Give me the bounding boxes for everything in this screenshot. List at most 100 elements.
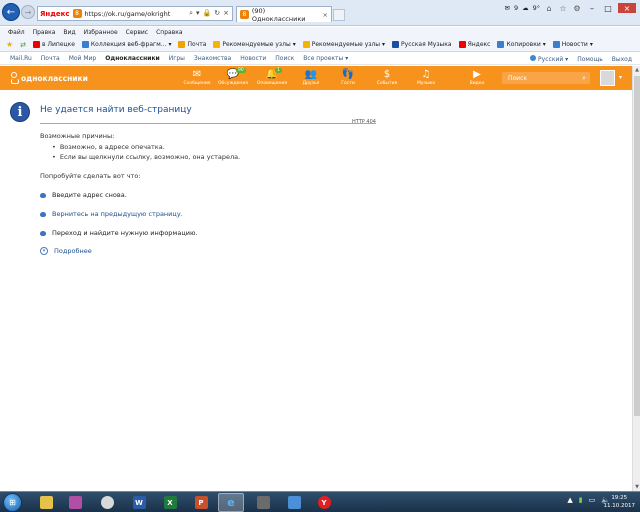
header-friends[interactable]: 👥 Друзья (294, 69, 328, 86)
fav-webslices[interactable]: Коллекция веб-фрагм... ▾ (81, 41, 171, 48)
search-input[interactable]: Поиск ⌕ (502, 72, 590, 84)
menu-edit[interactable]: Правка (33, 29, 56, 36)
new-tab-button[interactable] (333, 9, 345, 21)
taskbar-yandex-browser[interactable]: Y (311, 493, 337, 512)
movie-maker-icon (256, 496, 270, 509)
taskbar-explorer[interactable] (33, 493, 59, 512)
menu-tools[interactable]: Сервис (126, 29, 148, 36)
back-button[interactable]: ← (2, 3, 20, 21)
search-icon[interactable]: ⌕ (189, 9, 193, 18)
menu-help[interactable]: Справка (156, 29, 182, 36)
maximize-button[interactable]: □ (602, 3, 614, 13)
nav-search[interactable]: Поиск (275, 55, 294, 62)
scroll-up-icon[interactable]: ▲ (633, 66, 640, 74)
language-select[interactable]: Русский ▾ (530, 55, 568, 63)
header-discussions[interactable]: 💬 90 Обсуждения (216, 68, 250, 86)
ya-fav-icon (458, 41, 466, 48)
forward-button[interactable]: → (21, 5, 35, 19)
battery-icon[interactable]: ▭ (589, 496, 596, 504)
search-icon[interactable]: ⌕ (582, 74, 586, 83)
window-close-button[interactable]: × (618, 3, 636, 13)
more-info-toggle[interactable]: ▾ Подробнее (40, 247, 92, 255)
nav-myworld[interactable]: Мой Мир (69, 55, 97, 62)
taskbar-paint[interactable] (62, 493, 88, 512)
taskbar-app[interactable] (281, 493, 307, 512)
minimize-button[interactable]: – (586, 3, 598, 13)
network-icon[interactable]: ▮ (579, 496, 583, 504)
nav-mailru[interactable]: Mail.Ru (10, 55, 32, 62)
fav-news[interactable]: Новости ▾ (552, 41, 593, 48)
header-music[interactable]: ♫ Музыка (409, 69, 443, 86)
fav-russian-music[interactable]: Русская Музыка (392, 41, 452, 48)
footprints-icon: 👣 (341, 69, 355, 80)
star-icon[interactable]: ☆ (558, 3, 568, 13)
chevron-down-icon[interactable]: ▾ (619, 74, 622, 81)
scroll-down-icon[interactable]: ▼ (633, 483, 640, 491)
lock-icon[interactable]: 🔒 (203, 9, 212, 18)
reasons-heading: Возможные причины: (40, 132, 115, 140)
vertical-scrollbar[interactable]: ▲ ▼ (632, 66, 640, 491)
taskbar-media-player[interactable] (94, 493, 120, 512)
action-navigate: Переход и найдите нужную информацию. (40, 229, 198, 237)
taskbar-excel[interactable]: X (157, 493, 183, 512)
discussions-badge: 90 (236, 68, 246, 73)
fav-mail[interactable]: Почта (178, 41, 206, 48)
avatar[interactable] (600, 70, 615, 86)
arrow-left-icon: ← (6, 6, 16, 18)
music-note-icon: ♫ (421, 69, 431, 80)
menu-favorites[interactable]: Избранное (84, 29, 118, 36)
nav-dating[interactable]: Знакомства (194, 55, 231, 62)
notifications-badge: 1 (275, 68, 282, 73)
gear-icon[interactable]: ⚙ (572, 3, 582, 13)
help-link[interactable]: Помощь (577, 56, 603, 63)
stop-icon[interactable]: × (223, 9, 229, 18)
fav-suggested-2[interactable]: Рекомендуемые узлы ▾ (302, 41, 385, 48)
fav-copies[interactable]: Копировки ▾ (497, 41, 546, 48)
header-messages[interactable]: ✉ Сообщения (180, 69, 214, 86)
ya-fav-icon (33, 41, 41, 48)
menu-view[interactable]: Вид (63, 29, 75, 36)
ie-fav-icon (552, 41, 560, 48)
nav-news[interactable]: Новости (240, 55, 266, 62)
start-button[interactable]: ⊞ (3, 493, 22, 512)
scroll-thumb[interactable] (634, 76, 640, 416)
favorites-star-icon[interactable]: ★ (6, 40, 13, 49)
close-icon[interactable]: × (323, 11, 331, 19)
header-guests[interactable]: 👣 Гости (331, 69, 365, 86)
add-favorite-icon[interactable]: ⇄ (20, 41, 26, 49)
refresh-icon[interactable]: ↻ (214, 9, 220, 18)
favorites-bar: ★ ⇄ в Липецке Коллекция веб-фрагм... ▾ По… (0, 38, 640, 52)
error-page: i Не удается найти веб-страницу HTTP 404… (0, 90, 632, 491)
home-icon[interactable]: ⌂ (544, 3, 554, 13)
header-video[interactable]: ▶ Видео (460, 69, 494, 86)
taskbar-powerpoint[interactable]: P (188, 493, 214, 512)
header-notifications[interactable]: 🔔 1 Оповещения (255, 68, 289, 86)
menu-file[interactable]: Файл (8, 29, 25, 36)
logout-link[interactable]: Выход (612, 56, 632, 63)
go-back-link[interactable]: Вернитесь на предыдущую страницу. (52, 210, 183, 218)
nav-all-projects[interactable]: Все проекты ▾ (303, 55, 348, 62)
taskbar-word[interactable]: W (126, 493, 152, 512)
url-text[interactable]: https://ok.ru/game/okright (85, 10, 171, 18)
nav-odnoklassniki[interactable]: Одноклассники (105, 55, 159, 62)
tray-expand-icon[interactable]: ▲ (567, 496, 572, 504)
dropdown-icon[interactable]: ▾ (196, 9, 200, 18)
nav-mail[interactable]: Почта (41, 55, 60, 62)
mail-icon[interactable]: ✉ (505, 4, 510, 12)
portal-nav: Mail.Ru Почта Мой Мир Одноклассники Игры… (0, 53, 640, 65)
paint-icon (68, 496, 82, 509)
tab-odnoklassniki[interactable]: 8 (90) Одноклассники × (236, 6, 332, 23)
bullet-icon (40, 192, 46, 198)
fav-yandex[interactable]: Яндекс (458, 41, 490, 48)
action-go-back[interactable]: Вернитесь на предыдущую страницу. (40, 210, 183, 218)
fav-suggested-1[interactable]: Рекомендуемые узлы ▾ (213, 41, 296, 48)
nav-games[interactable]: Игры (169, 55, 185, 62)
list-item: Возможно, в адресе опечатка. (52, 142, 240, 152)
clock[interactable]: 19:25 11.10.2017 (604, 494, 636, 510)
fav-lipetsk[interactable]: в Липецке (33, 41, 75, 48)
address-bar[interactable]: Яндекс 8 https://ok.ru/game/okright ⌕ ▾ … (37, 6, 233, 21)
header-events[interactable]: $ События (370, 69, 404, 86)
taskbar-movie-maker[interactable] (250, 493, 276, 512)
ok-logo[interactable]: одноклассники (10, 72, 88, 84)
taskbar-internet-explorer[interactable]: e (218, 493, 244, 512)
